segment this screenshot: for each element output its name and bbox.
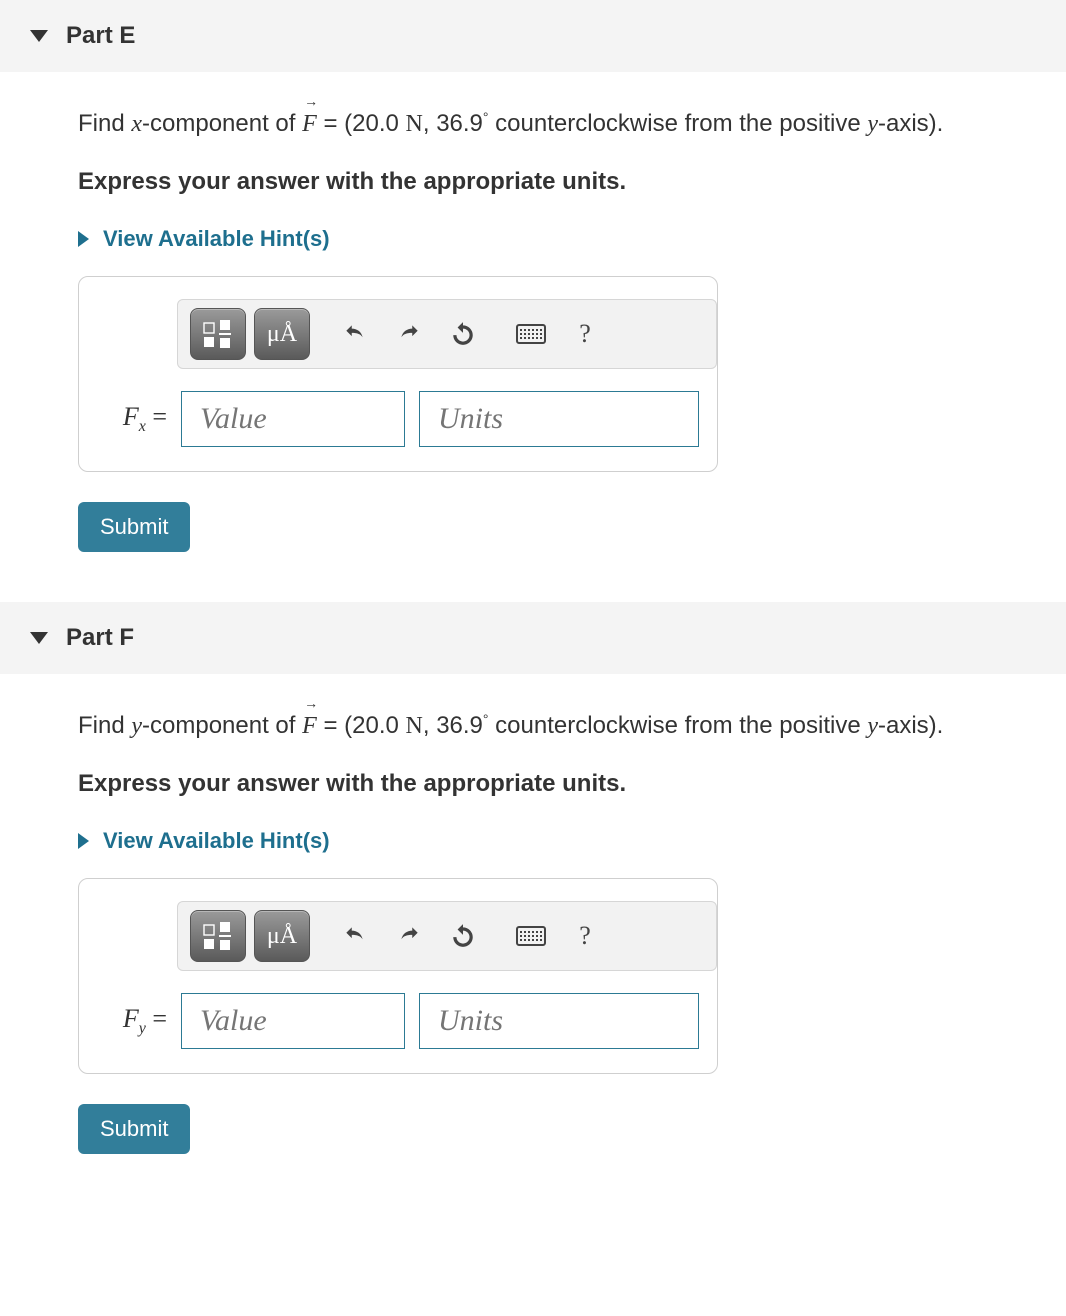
expand-caret-icon — [78, 833, 89, 849]
prompt-text: Find — [78, 712, 131, 739]
part-e-prompt: Find x-component of F = (20.0 N, 36.9° c… — [78, 102, 1066, 142]
submit-button[interactable]: Submit — [78, 502, 190, 552]
undo-icon — [342, 321, 368, 347]
vector-symbol: F — [302, 704, 317, 744]
keyboard-icon — [516, 324, 546, 344]
value-input[interactable] — [181, 993, 405, 1049]
collapse-caret-icon[interactable] — [30, 632, 48, 644]
part-f-instruction: Express your answer with the appropriate… — [78, 770, 1066, 798]
answer-box: μÅ ? Fy = — [78, 878, 718, 1074]
variable-label: Fy = — [97, 1004, 167, 1038]
axis-variable: y — [867, 111, 878, 137]
prompt-text: , 36.9 — [423, 110, 483, 137]
keyboard-button[interactable] — [508, 311, 554, 357]
mu-angstrom-label: μÅ — [267, 321, 297, 348]
reset-button[interactable] — [440, 913, 486, 959]
part-f-title: Part F — [66, 624, 134, 652]
part-e-title: Part E — [66, 22, 135, 50]
redo-icon — [396, 923, 422, 949]
prompt-text: counterclockwise from the positive — [489, 712, 868, 739]
redo-button[interactable] — [386, 913, 432, 959]
prompt-text: -component of — [142, 712, 302, 739]
reset-button[interactable] — [440, 311, 486, 357]
value-input[interactable] — [181, 391, 405, 447]
undo-button[interactable] — [332, 913, 378, 959]
part-e-instruction: Express your answer with the appropriate… — [78, 168, 1066, 196]
mu-angstrom-label: μÅ — [267, 923, 297, 950]
component-variable: x — [131, 111, 142, 137]
template-picker-button[interactable] — [190, 910, 246, 962]
prompt-text: -component of — [142, 110, 302, 137]
prompt-text: , 36.9 — [423, 712, 483, 739]
unit-symbol: N — [406, 111, 423, 137]
variable-label: Fx = — [97, 402, 167, 436]
redo-icon — [396, 321, 422, 347]
part-f-body: Find y-component of F = (20.0 N, 36.9° c… — [0, 674, 1066, 1204]
units-picker-button[interactable]: μÅ — [254, 308, 310, 360]
vector-symbol: F — [302, 102, 317, 142]
prompt-text: = (20.0 — [317, 712, 406, 739]
answer-input-row: Fx = — [97, 391, 699, 447]
axis-variable: y — [867, 713, 878, 739]
view-hints-toggle[interactable]: View Available Hint(s) — [78, 828, 330, 854]
redo-button[interactable] — [386, 311, 432, 357]
part-e-body: Find x-component of F = (20.0 N, 36.9° c… — [0, 72, 1066, 602]
answer-input-row: Fy = — [97, 993, 699, 1049]
answer-box: μÅ ? Fx = — [78, 276, 718, 472]
part-f-prompt: Find y-component of F = (20.0 N, 36.9° c… — [78, 704, 1066, 744]
prompt-text: counterclockwise from the positive — [489, 110, 868, 137]
collapse-caret-icon[interactable] — [30, 30, 48, 42]
template-picker-button[interactable] — [190, 308, 246, 360]
keyboard-icon — [516, 926, 546, 946]
prompt-text: = (20.0 — [317, 110, 406, 137]
prompt-text: Find — [78, 110, 131, 137]
view-hints-toggle[interactable]: View Available Hint(s) — [78, 226, 330, 252]
units-input[interactable] — [419, 391, 699, 447]
prompt-text: -axis). — [878, 110, 943, 137]
help-button[interactable]: ? — [562, 913, 608, 959]
equation-toolbar: μÅ ? — [177, 901, 717, 971]
equation-toolbar: μÅ ? — [177, 299, 717, 369]
undo-icon — [342, 923, 368, 949]
hints-label: View Available Hint(s) — [103, 226, 330, 252]
reset-icon — [450, 923, 476, 949]
prompt-text: -axis). — [878, 712, 943, 739]
units-input[interactable] — [419, 993, 699, 1049]
component-variable: y — [131, 713, 142, 739]
help-button[interactable]: ? — [562, 311, 608, 357]
units-picker-button[interactable]: μÅ — [254, 910, 310, 962]
hints-label: View Available Hint(s) — [103, 828, 330, 854]
question-icon: ? — [579, 921, 591, 951]
undo-button[interactable] — [332, 311, 378, 357]
part-e-header[interactable]: Part E — [0, 0, 1066, 72]
expand-caret-icon — [78, 231, 89, 247]
question-icon: ? — [579, 319, 591, 349]
unit-symbol: N — [406, 713, 423, 739]
keyboard-button[interactable] — [508, 913, 554, 959]
submit-button[interactable]: Submit — [78, 1104, 190, 1154]
reset-icon — [450, 321, 476, 347]
part-f-header[interactable]: Part F — [0, 602, 1066, 674]
